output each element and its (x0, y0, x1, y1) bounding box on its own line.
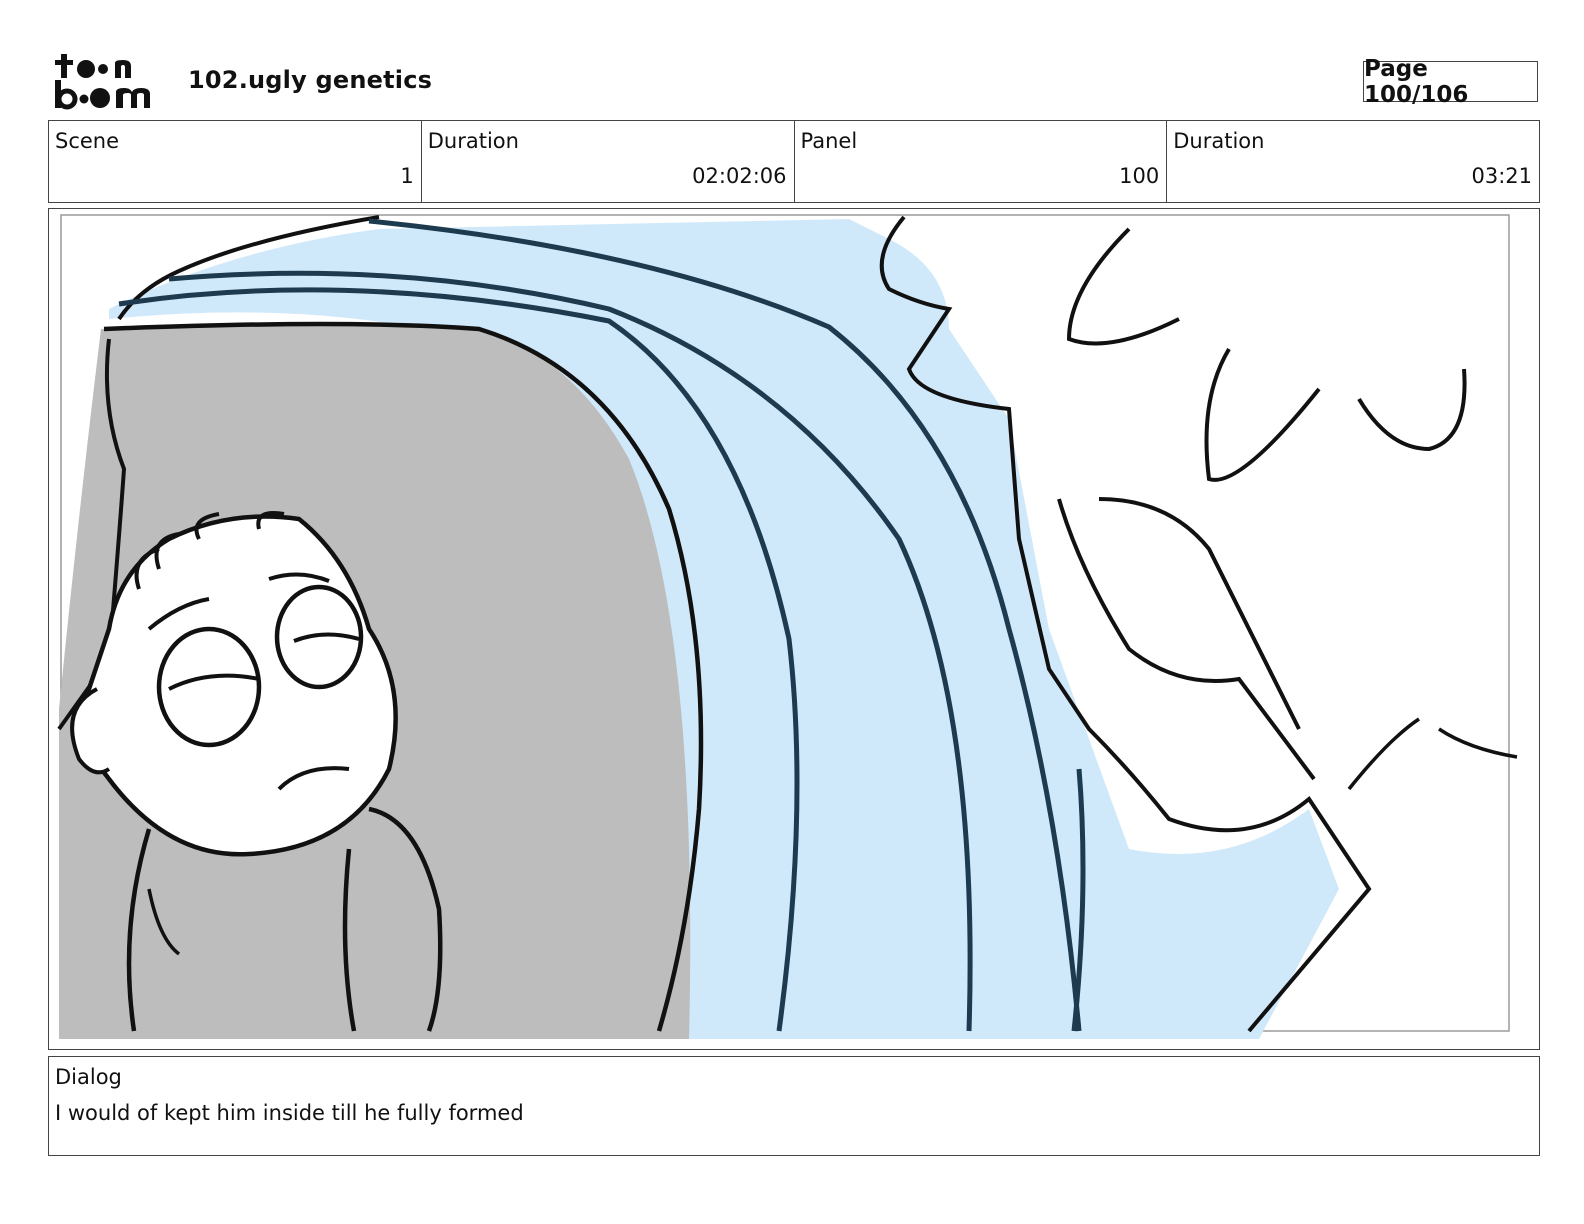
storyboard-panel-drawing (57, 214, 1518, 1039)
panel-duration-value: 03:21 (1471, 164, 1532, 188)
scene-label: Scene (55, 129, 120, 153)
project-title: 102.ugly genetics (188, 66, 433, 94)
panel-duration-label: Duration (1173, 129, 1265, 153)
panel-label: Panel (800, 129, 858, 153)
panel-duration-cell: Duration 03:21 (1167, 121, 1539, 202)
dialog-label: Dialog (55, 1065, 122, 1089)
scene-duration-cell: Duration 02:02:06 (422, 121, 795, 202)
page-indicator: Page 100/106 (1363, 56, 1538, 108)
storyboard-panel (48, 208, 1540, 1050)
panel-cell: Panel 100 (795, 121, 1168, 202)
page-indicator-label: Page 100/106 (1364, 55, 1469, 108)
scene-duration-label: Duration (427, 129, 519, 153)
panel-info-row: Scene 1 Duration 02:02:06 Panel 100 Dura… (48, 120, 1540, 203)
dialog-box: Dialog I would of kept him inside till h… (48, 1056, 1540, 1156)
scene-cell: Scene 1 (49, 121, 422, 202)
scene-duration-value: 02:02:06 (692, 164, 787, 188)
dialog-text: I would of kept him inside till he fully… (55, 1101, 524, 1125)
panel-value: 100 (1119, 164, 1160, 188)
scene-value: 1 (400, 164, 414, 188)
toon-boom-logo (55, 54, 150, 110)
